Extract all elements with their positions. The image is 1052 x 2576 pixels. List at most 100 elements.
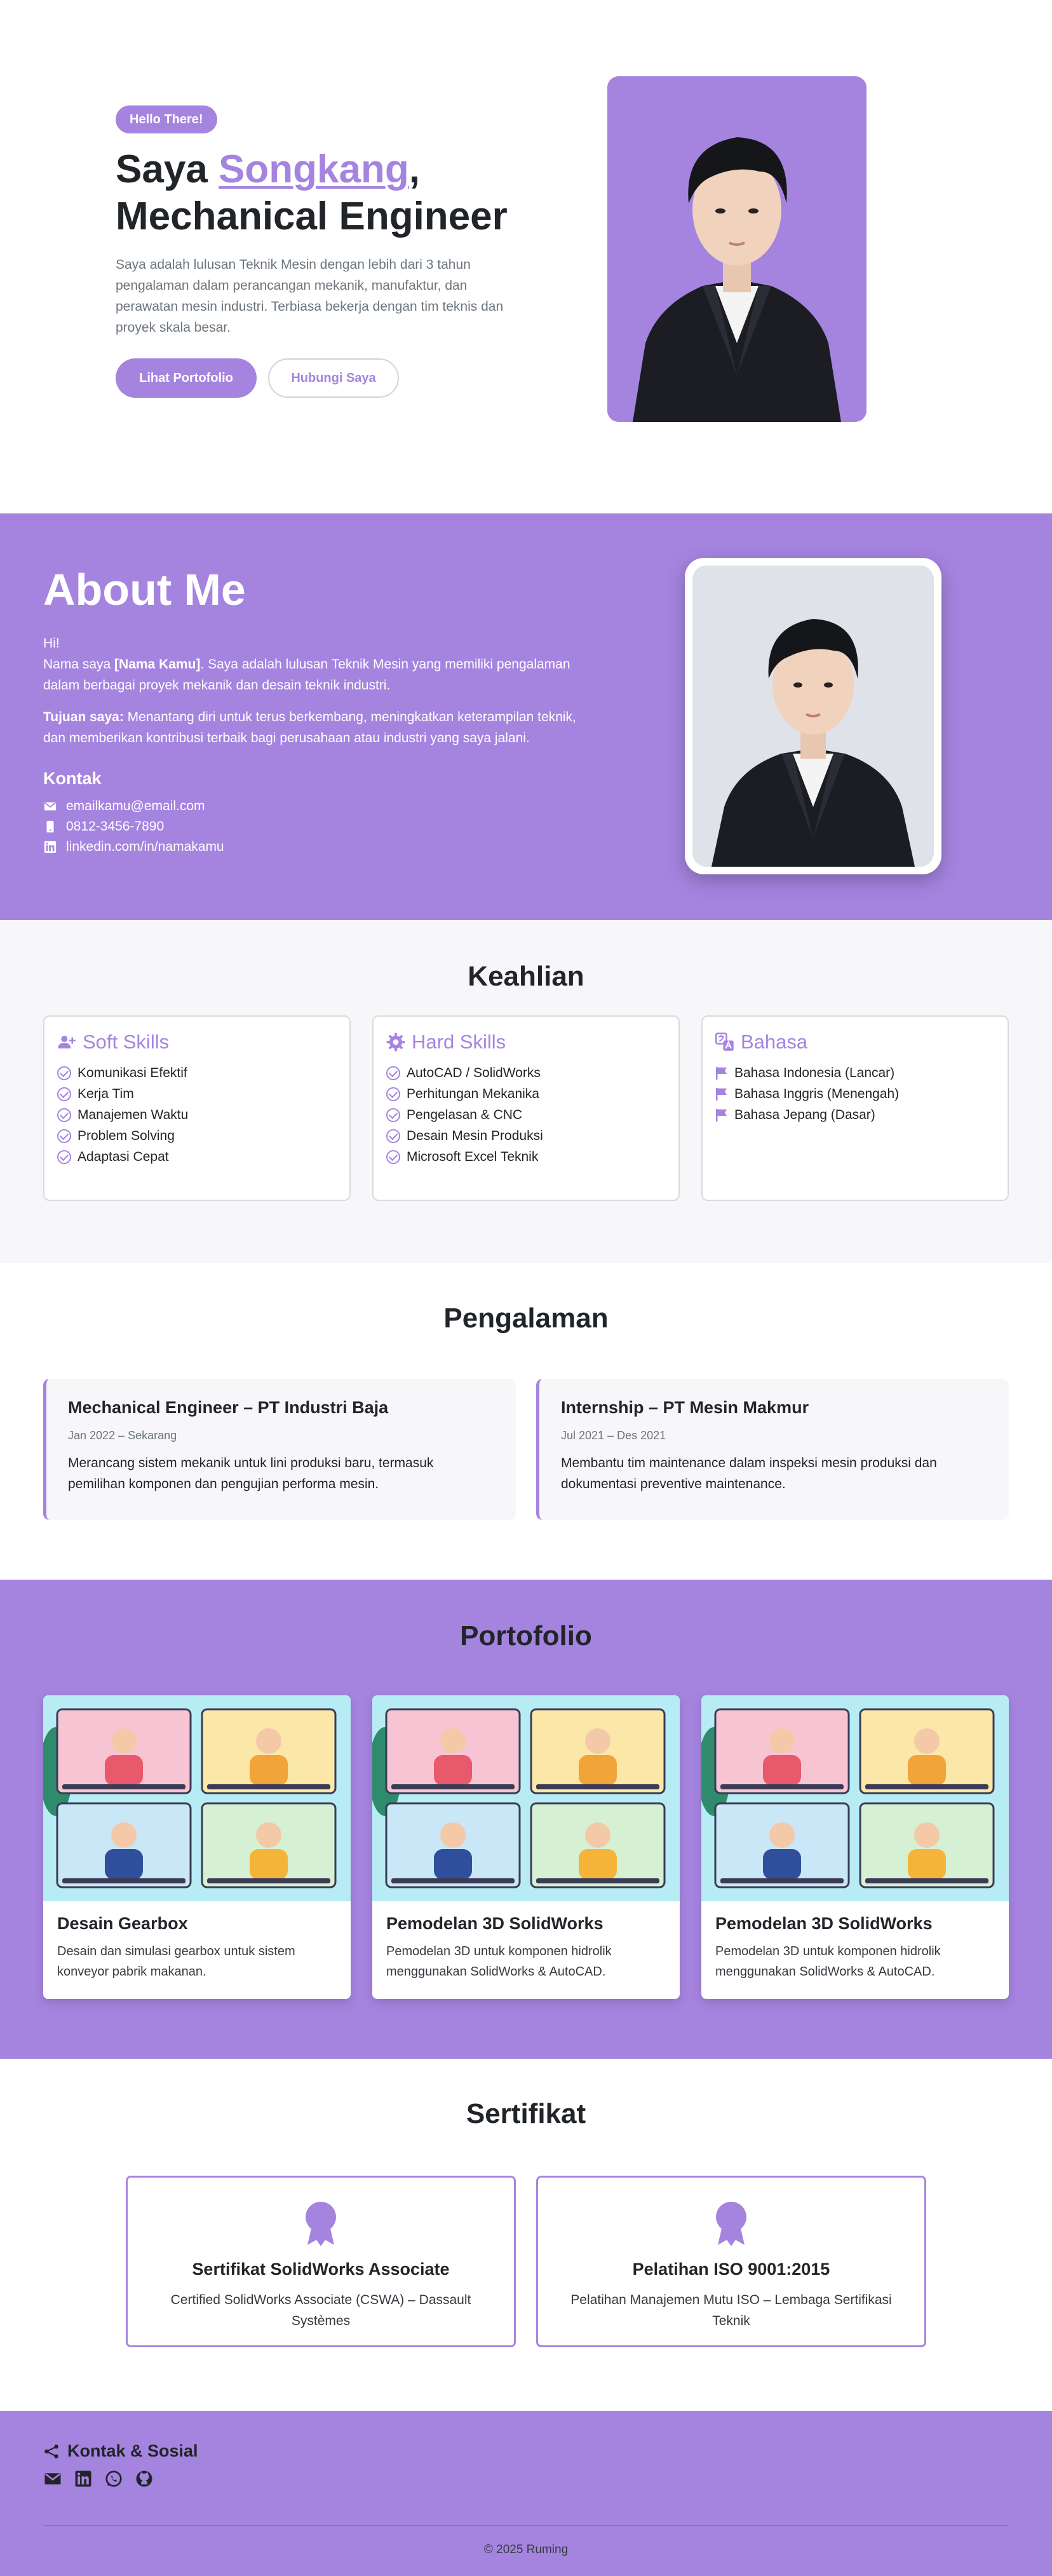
- copyright-text: © 2025 Ruming: [483, 2543, 569, 2556]
- check-circle-icon: [57, 1149, 71, 1164]
- portfolio-card[interactable]: Pemodelan 3D SolidWorks Pemodelan 3D unt…: [701, 1695, 1009, 1999]
- flag-icon: [716, 1108, 727, 1122]
- list-item: Bahasa Jepang (Dasar): [715, 1104, 995, 1125]
- certificate-card-desc: Pelatihan Manajemen Mutu ISO – Lembaga S…: [570, 2293, 892, 2328]
- about-intro-before: Nama saya: [43, 657, 115, 672]
- soft-skills-title: Soft Skills: [83, 1031, 170, 1053]
- experience-desc: Merancang sistem mekanik untuk lini prod…: [68, 1456, 434, 1491]
- footer: Kontak & Sosial © 2025 Ruming: [0, 2411, 1052, 2576]
- check-circle-icon: [57, 1108, 71, 1122]
- portfolio-card-title: Pemodelan 3D SolidWorks: [715, 1914, 933, 1933]
- illustration-panel: [56, 1708, 192, 1794]
- certificate-section: Sertifikat Sertifikat SolidWorks Associa…: [0, 2059, 1052, 2411]
- team-illustration: [701, 1695, 1009, 1901]
- about-section: About Me Hi! Nama saya [Nama Kamu]. Saya…: [0, 513, 1052, 920]
- illustration-panel: [56, 1802, 192, 1888]
- list-item: Bahasa Indonesia (Lancar): [715, 1062, 995, 1083]
- footer-title: Kontak & Sosial: [43, 2441, 198, 2461]
- check-circle-icon: [386, 1149, 400, 1164]
- list-item: Komunikasi Efektif: [57, 1062, 337, 1083]
- skills-title: Keahlian: [468, 961, 584, 992]
- certificate-card-title: Sertifikat SolidWorks Associate: [192, 2260, 450, 2279]
- footer-title-text: Kontak & Sosial: [67, 2441, 198, 2460]
- illustration-panel: [714, 1802, 850, 1888]
- translate-icon: [715, 1033, 734, 1051]
- contact-linkedin-text: linkedin.com/in/namakamu: [66, 839, 224, 854]
- portfolio-card[interactable]: Desain Gearbox Desain dan simulasi gearb…: [43, 1695, 351, 1999]
- portfolio-card-title: Pemodelan 3D SolidWorks: [386, 1914, 604, 1933]
- contact-phone-text: 0812-3456-7890: [66, 819, 165, 834]
- about-goal: Tujuan saya: Menantang diri untuk terus …: [43, 707, 596, 749]
- list-item: Microsoft Excel Teknik: [386, 1146, 666, 1167]
- share-icon: [44, 2444, 58, 2458]
- illustration-panel: [385, 1802, 521, 1888]
- whatsapp-icon[interactable]: [104, 2469, 123, 2488]
- hero-title-role: Mechanical Engineer: [116, 194, 508, 238]
- linkedin-icon[interactable]: [74, 2469, 93, 2488]
- check-circle-icon: [57, 1129, 71, 1143]
- contact-me-button[interactable]: Hubungi Saya: [268, 358, 399, 398]
- language-title: Bahasa: [741, 1031, 808, 1053]
- illustration-panel: [530, 1708, 666, 1794]
- flag-icon: [716, 1087, 727, 1101]
- view-portfolio-button[interactable]: Lihat Portofolio: [116, 358, 257, 398]
- experience-desc: Membantu tim maintenance dalam inspeksi …: [561, 1456, 937, 1491]
- footer-divider: [43, 2525, 1009, 2526]
- list-item: Kerja Tim: [57, 1083, 337, 1104]
- hard-skills-list: AutoCAD / SolidWorks Perhitungan Mekanik…: [386, 1062, 666, 1167]
- experience-date: Jan 2022 – Sekarang: [68, 1429, 177, 1442]
- user-plus-icon: [58, 1036, 76, 1048]
- github-icon[interactable]: [135, 2469, 154, 2488]
- experience-card: Internship – PT Mesin Makmur Jul 2021 – …: [536, 1379, 1009, 1520]
- list-item: Adaptasi Cepat: [57, 1146, 337, 1167]
- contact-email[interactable]: emailkamu@email.com: [43, 797, 205, 816]
- check-circle-icon: [386, 1108, 400, 1122]
- certificate-card-title: Pelatihan ISO 9001:2015: [632, 2260, 830, 2279]
- list-item: Pengelasan & CNC: [386, 1104, 666, 1125]
- illustration-panel: [859, 1708, 995, 1794]
- envelope-icon[interactable]: [43, 2469, 62, 2488]
- team-illustration: [372, 1695, 680, 1901]
- hero-description: Saya adalah lulusan Teknik Mesin dengan …: [116, 257, 504, 335]
- certificate-card: Pelatihan ISO 9001:2015 Pelatihan Manaje…: [536, 2176, 926, 2347]
- hero-name: Songkang: [219, 147, 409, 191]
- certificate-title: Sertifikat: [466, 2098, 586, 2129]
- certificate-card-desc: Certified SolidWorks Associate (CSWA) – …: [170, 2293, 471, 2328]
- portfolio-card-desc: Pemodelan 3D untuk komponen hidrolik men…: [715, 1944, 941, 1979]
- certificate-card: Sertifikat SolidWorks Associate Certifie…: [126, 2176, 516, 2347]
- contact-linkedin[interactable]: linkedin.com/in/namakamu: [43, 837, 224, 857]
- skills-section: Keahlian Soft Skills Komunikasi Efektif …: [0, 920, 1052, 1263]
- soft-skills-card: Soft Skills Komunikasi Efektif Kerja Tim…: [43, 1015, 351, 1201]
- list-item: Bahasa Inggris (Menengah): [715, 1083, 995, 1104]
- hard-skills-heading: Hard Skills: [386, 1031, 666, 1054]
- hero-title-prefix: Saya: [116, 147, 219, 191]
- about-goal-text: Menantang diri untuk terus berkembang, m…: [43, 710, 576, 745]
- about-goal-label: Tujuan saya:: [43, 710, 124, 724]
- linkedin-icon: [44, 841, 57, 853]
- portfolio-card-desc: Desain dan simulasi gearbox untuk sistem…: [57, 1944, 295, 1979]
- portfolio-illustration: [43, 1695, 351, 1901]
- experience-section: Pengalaman Mechanical Engineer – PT Indu…: [0, 1263, 1052, 1580]
- list-item: Perhitungan Mekanika: [386, 1083, 666, 1104]
- award-icon: [306, 2202, 336, 2246]
- social-icons: [43, 2469, 154, 2488]
- illustration-panel: [385, 1708, 521, 1794]
- about-profile-photo: [685, 558, 941, 874]
- contact-phone[interactable]: 0812-3456-7890: [43, 817, 164, 836]
- experience-title: Pengalaman: [443, 1303, 609, 1334]
- hero-profile-photo: [607, 76, 867, 422]
- illustration-panel: [201, 1708, 337, 1794]
- language-list: Bahasa Indonesia (Lancar) Bahasa Inggris…: [715, 1062, 995, 1125]
- flag-icon: [716, 1066, 727, 1080]
- hero-title-suffix: ,: [408, 147, 420, 191]
- check-circle-icon: [57, 1087, 71, 1101]
- hello-badge: Hello There!: [116, 105, 217, 133]
- experience-card: Mechanical Engineer – PT Industri Baja J…: [43, 1379, 516, 1520]
- check-circle-icon: [386, 1087, 400, 1101]
- portfolio-illustration: [701, 1695, 1009, 1901]
- hero-section: Hello There! Saya Songkang, Mechanical E…: [0, 0, 1052, 513]
- illustration-panel: [859, 1802, 995, 1888]
- portfolio-card-title: Desain Gearbox: [57, 1914, 188, 1933]
- portfolio-section: Portofolio Desain Gearbox Desain dan sim…: [0, 1580, 1052, 2059]
- portfolio-card[interactable]: Pemodelan 3D SolidWorks Pemodelan 3D unt…: [372, 1695, 680, 1999]
